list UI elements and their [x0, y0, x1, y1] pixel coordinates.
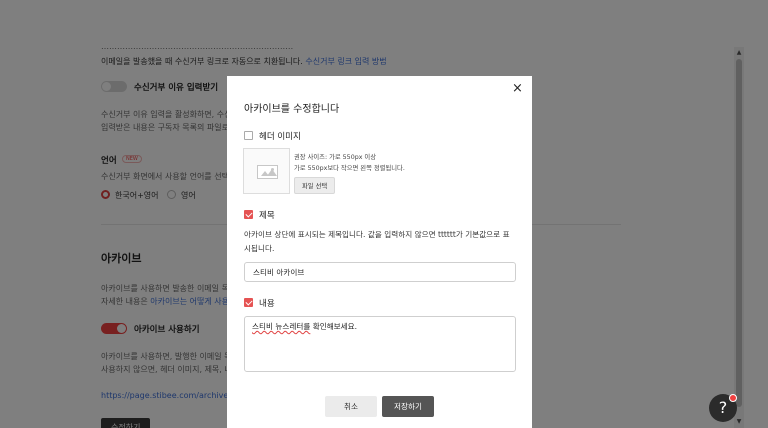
file-select-button[interactable]: 파일 선택: [294, 177, 336, 194]
archive-edit-modal: 아카이브를 수정합니다 × 헤더 이미지 권장 사이즈: 가로 550px 이상…: [227, 76, 532, 428]
content-label: 내용: [259, 299, 275, 309]
image-size-hint: 권장 사이즈: 가로 550px 이상: [294, 154, 377, 161]
save-button[interactable]: 저장하기: [382, 396, 434, 417]
cancel-button[interactable]: 취소: [325, 396, 377, 417]
image-placeholder-icon: [257, 165, 278, 179]
content-text: 확인해보세요.: [310, 322, 358, 331]
content-text-spellcheck: 스티비 뉴스레터를: [252, 322, 311, 331]
title-input[interactable]: [244, 262, 516, 282]
title-checkbox[interactable]: [244, 210, 253, 219]
image-align-hint: 가로 550px보다 작으면 왼쪽 정렬됩니다.: [294, 165, 405, 172]
close-icon[interactable]: ×: [512, 82, 523, 96]
title-description: 아카이브 상단에 표시되는 제목입니다. 값을 입력하지 않으면 tttttt가…: [244, 230, 510, 253]
header-image-checkbox[interactable]: [244, 131, 253, 140]
content-checkbox[interactable]: [244, 298, 253, 307]
content-textarea[interactable]: 스티비 뉴스레터를 확인해보세요.: [244, 316, 516, 372]
title-label: 제목: [259, 211, 275, 221]
header-image-preview: [243, 148, 290, 194]
header-image-label: 헤더 이미지: [259, 132, 301, 142]
modal-title: 아카이브를 수정합니다: [244, 104, 340, 115]
help-notification-dot: [729, 394, 737, 402]
sun-shape: [271, 168, 274, 171]
